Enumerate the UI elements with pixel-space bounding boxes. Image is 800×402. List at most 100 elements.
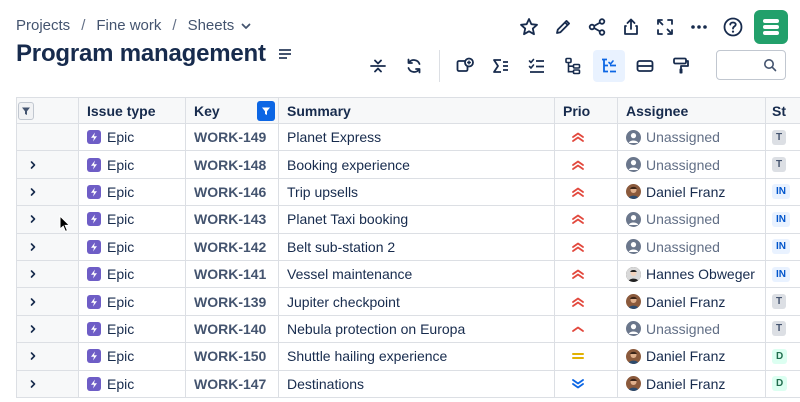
- structure-icon[interactable]: [593, 50, 625, 82]
- status-cell[interactable]: T: [766, 124, 800, 150]
- priority-cell[interactable]: [555, 233, 618, 260]
- priority-cell[interactable]: [555, 206, 618, 233]
- column-header-key[interactable]: Key: [186, 98, 279, 123]
- help-icon[interactable]: [716, 11, 750, 43]
- issue-type-cell[interactable]: Epic: [79, 288, 186, 315]
- row-height-icon[interactable]: [362, 50, 394, 82]
- row-expander[interactable]: [16, 151, 79, 178]
- issue-key[interactable]: WORK-142: [186, 233, 279, 260]
- status-cell[interactable]: IN: [766, 261, 800, 287]
- issue-summary[interactable]: Vessel maintenance: [279, 260, 555, 288]
- table-row[interactable]: Epic WORK-141 Vessel maintenance Hannes …: [16, 260, 800, 289]
- column-header-assignee[interactable]: Assignee: [618, 98, 766, 123]
- issue-type-cell[interactable]: Epic: [79, 151, 186, 178]
- priority-cell[interactable]: [555, 178, 618, 206]
- priority-cell[interactable]: [555, 315, 618, 343]
- priority-cell[interactable]: [555, 151, 618, 178]
- app-logo-icon[interactable]: [754, 10, 788, 44]
- assignee-cell[interactable]: Daniel Franz: [618, 178, 766, 206]
- breadcrumb-fine-work[interactable]: Fine work: [96, 17, 161, 34]
- chevron-down-icon[interactable]: [240, 20, 252, 32]
- issue-type-cell[interactable]: Epic: [79, 206, 186, 233]
- issue-type-cell[interactable]: Epic: [79, 178, 186, 206]
- chevron-right-icon[interactable]: [28, 187, 38, 197]
- issue-summary[interactable]: Booking experience: [279, 151, 555, 178]
- issue-key[interactable]: WORK-147: [186, 370, 279, 397]
- sum-icon[interactable]: [485, 50, 517, 82]
- column-header-status[interactable]: St: [766, 98, 800, 123]
- issue-key[interactable]: WORK-139: [186, 288, 279, 315]
- row-expander[interactable]: [16, 288, 79, 315]
- table-row[interactable]: Epic WORK-146 Trip upsells Daniel Franz …: [16, 178, 800, 207]
- issue-key[interactable]: WORK-150: [186, 343, 279, 370]
- assignee-cell[interactable]: Unassigned: [618, 206, 766, 233]
- refresh-icon[interactable]: [398, 50, 430, 82]
- chevron-right-icon[interactable]: [28, 269, 38, 279]
- status-cell[interactable]: IN: [766, 206, 800, 232]
- priority-cell[interactable]: [555, 124, 618, 151]
- card-icon[interactable]: [629, 50, 661, 82]
- issue-type-cell[interactable]: Epic: [79, 124, 186, 151]
- issue-key[interactable]: WORK-146: [186, 178, 279, 206]
- issue-type-cell[interactable]: Epic: [79, 260, 186, 288]
- issue-key[interactable]: WORK-140: [186, 315, 279, 343]
- table-row[interactable]: Epic WORK-149 Planet Express Unassigned …: [16, 124, 800, 152]
- assignee-cell[interactable]: Hannes Obweger: [618, 260, 766, 288]
- breadcrumb-sheets[interactable]: Sheets: [188, 17, 235, 34]
- status-cell[interactable]: T: [766, 316, 800, 342]
- row-expander[interactable]: [16, 260, 79, 288]
- issue-summary[interactable]: Nebula protection on Europa: [279, 315, 555, 343]
- status-cell[interactable]: T: [766, 151, 800, 177]
- issue-summary[interactable]: Planet Express: [279, 124, 555, 151]
- filter-icon[interactable]: [18, 101, 34, 120]
- issue-summary[interactable]: Planet Taxi booking: [279, 206, 555, 233]
- chevron-right-icon[interactable]: [28, 297, 38, 307]
- column-header-summary[interactable]: Summary: [279, 98, 555, 123]
- assignee-cell[interactable]: Daniel Franz: [618, 370, 766, 397]
- table-row[interactable]: Epic WORK-140 Nebula protection on Europ…: [16, 315, 800, 344]
- format-painter-icon[interactable]: [665, 50, 697, 82]
- priority-cell[interactable]: [555, 260, 618, 288]
- star-icon[interactable]: [512, 11, 546, 43]
- priority-cell[interactable]: [555, 370, 618, 397]
- status-cell[interactable]: T: [766, 288, 800, 314]
- status-cell[interactable]: IN: [766, 179, 800, 205]
- table-row[interactable]: Epic WORK-150 Shuttle hailing experience…: [16, 343, 800, 371]
- table-row[interactable]: Epic WORK-143 Planet Taxi booking Unassi…: [16, 206, 800, 234]
- issue-type-cell[interactable]: Epic: [79, 233, 186, 260]
- column-header-issue-type[interactable]: Issue type: [79, 98, 186, 123]
- status-cell[interactable]: IN: [766, 234, 800, 260]
- table-row[interactable]: Epic WORK-142 Belt sub-station 2 Unassig…: [16, 233, 800, 261]
- issue-summary[interactable]: Trip upsells: [279, 178, 555, 206]
- table-row[interactable]: Epic WORK-148 Booking experience Unassig…: [16, 151, 800, 179]
- edit-icon[interactable]: [546, 11, 580, 43]
- assignee-cell[interactable]: Daniel Franz: [618, 343, 766, 370]
- row-expander[interactable]: [16, 178, 79, 206]
- issue-type-cell[interactable]: Epic: [79, 315, 186, 343]
- chevron-right-icon[interactable]: [28, 214, 38, 224]
- hierarchy-icon[interactable]: [557, 50, 589, 82]
- issue-summary[interactable]: Shuttle hailing experience: [279, 343, 555, 370]
- row-expander[interactable]: [16, 370, 79, 397]
- breadcrumb-projects[interactable]: Projects: [16, 17, 70, 34]
- issue-summary[interactable]: Belt sub-station 2: [279, 233, 555, 260]
- table-row[interactable]: Epic WORK-139 Jupiter checkpoint Daniel …: [16, 288, 800, 316]
- status-cell[interactable]: D: [766, 371, 800, 397]
- checklist-icon[interactable]: [521, 50, 553, 82]
- issue-type-cell[interactable]: Epic: [79, 343, 186, 370]
- assignee-cell[interactable]: Daniel Franz: [618, 288, 766, 315]
- status-cell[interactable]: D: [766, 343, 800, 369]
- chevron-right-icon[interactable]: [28, 160, 38, 170]
- chevron-right-icon[interactable]: [28, 324, 38, 334]
- column-header-prio[interactable]: Prio: [555, 98, 618, 123]
- chevron-right-icon[interactable]: [28, 351, 38, 361]
- issue-key[interactable]: WORK-141: [186, 260, 279, 288]
- fullscreen-icon[interactable]: [648, 11, 682, 43]
- table-row[interactable]: Epic WORK-147 Destinations Daniel Franz …: [16, 370, 800, 398]
- search-icon[interactable]: [763, 58, 777, 77]
- row-expander[interactable]: [16, 343, 79, 370]
- more-icon[interactable]: [682, 11, 716, 43]
- share-icon[interactable]: [580, 11, 614, 43]
- priority-cell[interactable]: [555, 343, 618, 370]
- issue-type-cell[interactable]: Epic: [79, 370, 186, 397]
